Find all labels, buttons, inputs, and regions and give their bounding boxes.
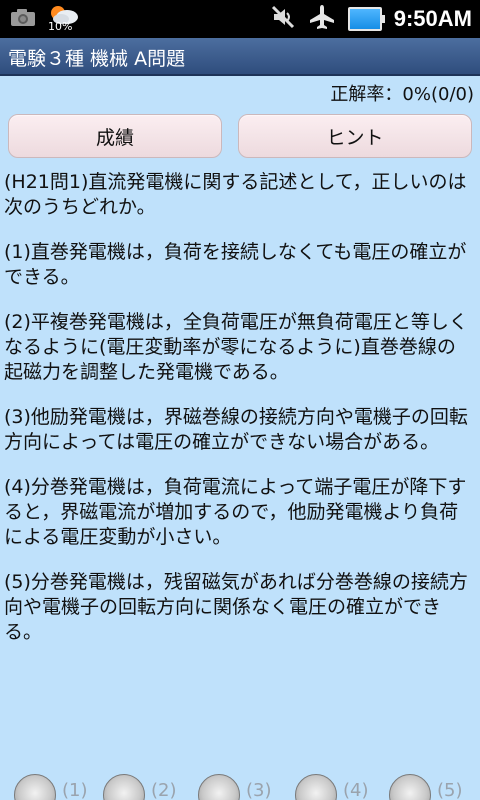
answer-options: (1) (2) (3) (4) (5) [0,770,480,800]
radio-button[interactable] [14,774,56,800]
answer-option-1[interactable]: (1) [14,774,88,800]
weather-percent: 10% [48,20,73,33]
radio-button[interactable] [198,774,240,800]
app-title: 電験３種 機械 A問題 [8,48,186,70]
answer-option-5[interactable]: (5) [389,774,463,800]
question-text: (H21問1)直流発電機に関する記述として，正しいのは次のうちどれか。 (1)直… [4,170,474,665]
app-title-bar: 電験３種 機械 A問題 [0,38,480,76]
choice-text: (4)分巻発電機は，負荷電流によって端子電圧が降下すると，界磁電流が増加するので… [4,476,467,548]
radio-button[interactable] [389,774,431,800]
question-stem: (H21問1)直流発電機に関する記述として，正しいのは次のうちどれか。 [4,171,467,218]
hint-button[interactable]: ヒント [238,114,472,158]
choice-text: (3)他励発電機は，界磁巻線の接続方向や電機子の回転方向によっては電圧の確立がで… [4,406,468,453]
option-label: (4) [343,780,369,800]
question-screen: 正解率：0%(0/0) 成績 ヒント (H21問1)直流発電機に関する記述として… [0,76,480,800]
accuracy-rate: 正解率：0%(0/0) [330,84,474,105]
radio-button[interactable] [103,774,145,800]
status-bar: 10% 9:50AM [0,0,480,38]
answer-option-2[interactable]: (2) [103,774,177,800]
answer-option-3[interactable]: (3) [198,774,272,800]
weather-icon: 10% [46,4,80,34]
radio-button[interactable] [295,774,337,800]
option-label: (1) [62,780,88,800]
camera-icon [10,7,36,31]
choice-text: (1)直巻発電機は，負荷を接続しなくても電圧の確立ができる。 [4,241,467,288]
mute-icon [270,4,296,34]
choice-text: (2)平複巻発電機は，全負荷電圧が無負荷電圧と等しくなるように(電圧変動率が零に… [4,311,468,383]
option-label: (5) [437,780,463,800]
score-button[interactable]: 成績 [8,114,222,158]
option-label: (3) [246,780,272,800]
option-label: (2) [151,780,177,800]
choice-text: (5)分巻発電機は，残留磁気があれば分巻巻線の接続方向や電機子の回転方向に関係な… [4,571,468,643]
clock: 9:50AM [393,6,472,31]
airplane-icon [308,4,336,34]
battery-icon [347,7,385,31]
answer-option-4[interactable]: (4) [295,774,369,800]
